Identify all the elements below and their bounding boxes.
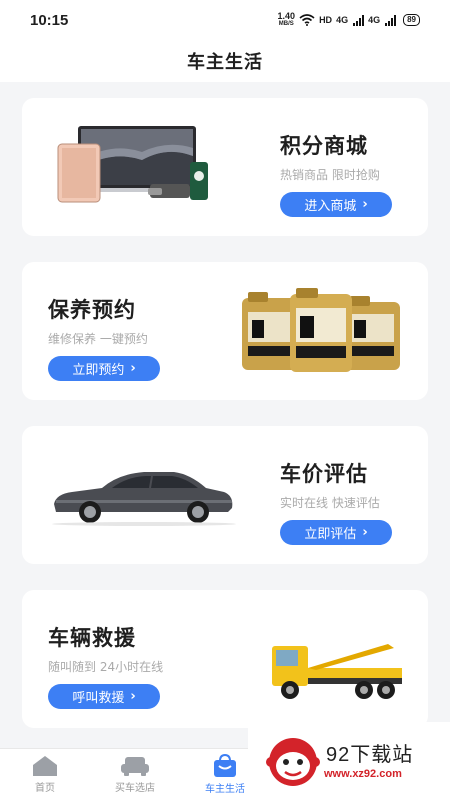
status-icons: 1.40 MB/S HD 4G 4G 89 xyxy=(278,12,420,28)
car-valuation-card[interactable]: 车价评估 实时在线 快速评估 立即评估 › xyxy=(22,426,428,564)
page-title: 车主生活 xyxy=(187,52,263,73)
tow-truck-image xyxy=(272,644,402,699)
hd-label: HD xyxy=(319,15,333,25)
home-icon xyxy=(33,756,57,776)
card-subtitle: 热销商品 限时抢购 xyxy=(280,168,380,182)
card-title: 积分商城 xyxy=(280,134,368,158)
status-time: 10:15 xyxy=(30,11,69,29)
maintenance-booking-card[interactable]: 保养预约 维修保养 一键预约 立即预约 › xyxy=(22,262,428,400)
points-mall-card[interactable]: 积分商城 热销商品 限时抢购 进入商城 › xyxy=(22,98,428,236)
watermark-url: www.xz92.com xyxy=(324,768,402,780)
chevron-right-icon: › xyxy=(130,689,136,704)
motor-oil-bottles-image xyxy=(242,288,400,372)
tab-label: 首页 xyxy=(35,783,55,794)
enter-mall-button[interactable]: 进入商城 › xyxy=(280,192,392,217)
card-title: 车价评估 xyxy=(280,462,368,486)
watermark-text: 92下载站 xyxy=(326,744,414,766)
signal-bars-icon xyxy=(353,14,365,26)
tab-label: 车主生活 xyxy=(205,784,245,795)
chevron-right-icon: › xyxy=(130,361,136,376)
status-bar: 10:15 1.40 MB/S HD 4G 4G 89 xyxy=(0,0,450,40)
sedan-car-image xyxy=(52,472,236,526)
chevron-right-icon: › xyxy=(362,197,368,212)
book-now-button[interactable]: 立即预约 › xyxy=(48,356,160,381)
monkey-logo-icon xyxy=(266,738,320,786)
battery-icon: 89 xyxy=(403,14,420,26)
card-subtitle: 实时在线 快速评估 xyxy=(280,496,380,510)
call-rescue-button[interactable]: 呼叫救援 › xyxy=(48,684,160,709)
card-subtitle: 维修保养 一键预约 xyxy=(48,332,148,346)
card-subtitle: 随叫随到 24小时在线 xyxy=(48,660,164,674)
signal-bars-icon-2 xyxy=(385,14,397,26)
bag-icon xyxy=(214,754,236,777)
tab-home[interactable]: 首页 xyxy=(0,749,90,800)
evaluate-now-button[interactable]: 立即评估 › xyxy=(280,520,392,545)
car-icon xyxy=(121,757,149,776)
tab-buy-car[interactable]: 买车选店 xyxy=(90,749,180,800)
card-title: 车辆救援 xyxy=(48,626,136,650)
chevron-right-icon: › xyxy=(362,525,368,540)
wifi-icon xyxy=(299,14,315,26)
tab-label: 买车选店 xyxy=(115,783,155,794)
signal-label-2: 4G xyxy=(368,15,381,25)
watermark: 92下载站 www.xz92.com xyxy=(248,722,450,800)
vehicle-rescue-card[interactable]: 车辆救援 随叫随到 24小时在线 呼叫救援 › xyxy=(22,590,428,728)
card-title: 保养预约 xyxy=(48,298,136,322)
network-speed: 1.40 MB/S xyxy=(277,11,296,28)
electronics-products-image xyxy=(57,126,208,203)
signal-label-1: 4G xyxy=(336,15,349,25)
page-header: 车主生活 xyxy=(0,40,450,82)
